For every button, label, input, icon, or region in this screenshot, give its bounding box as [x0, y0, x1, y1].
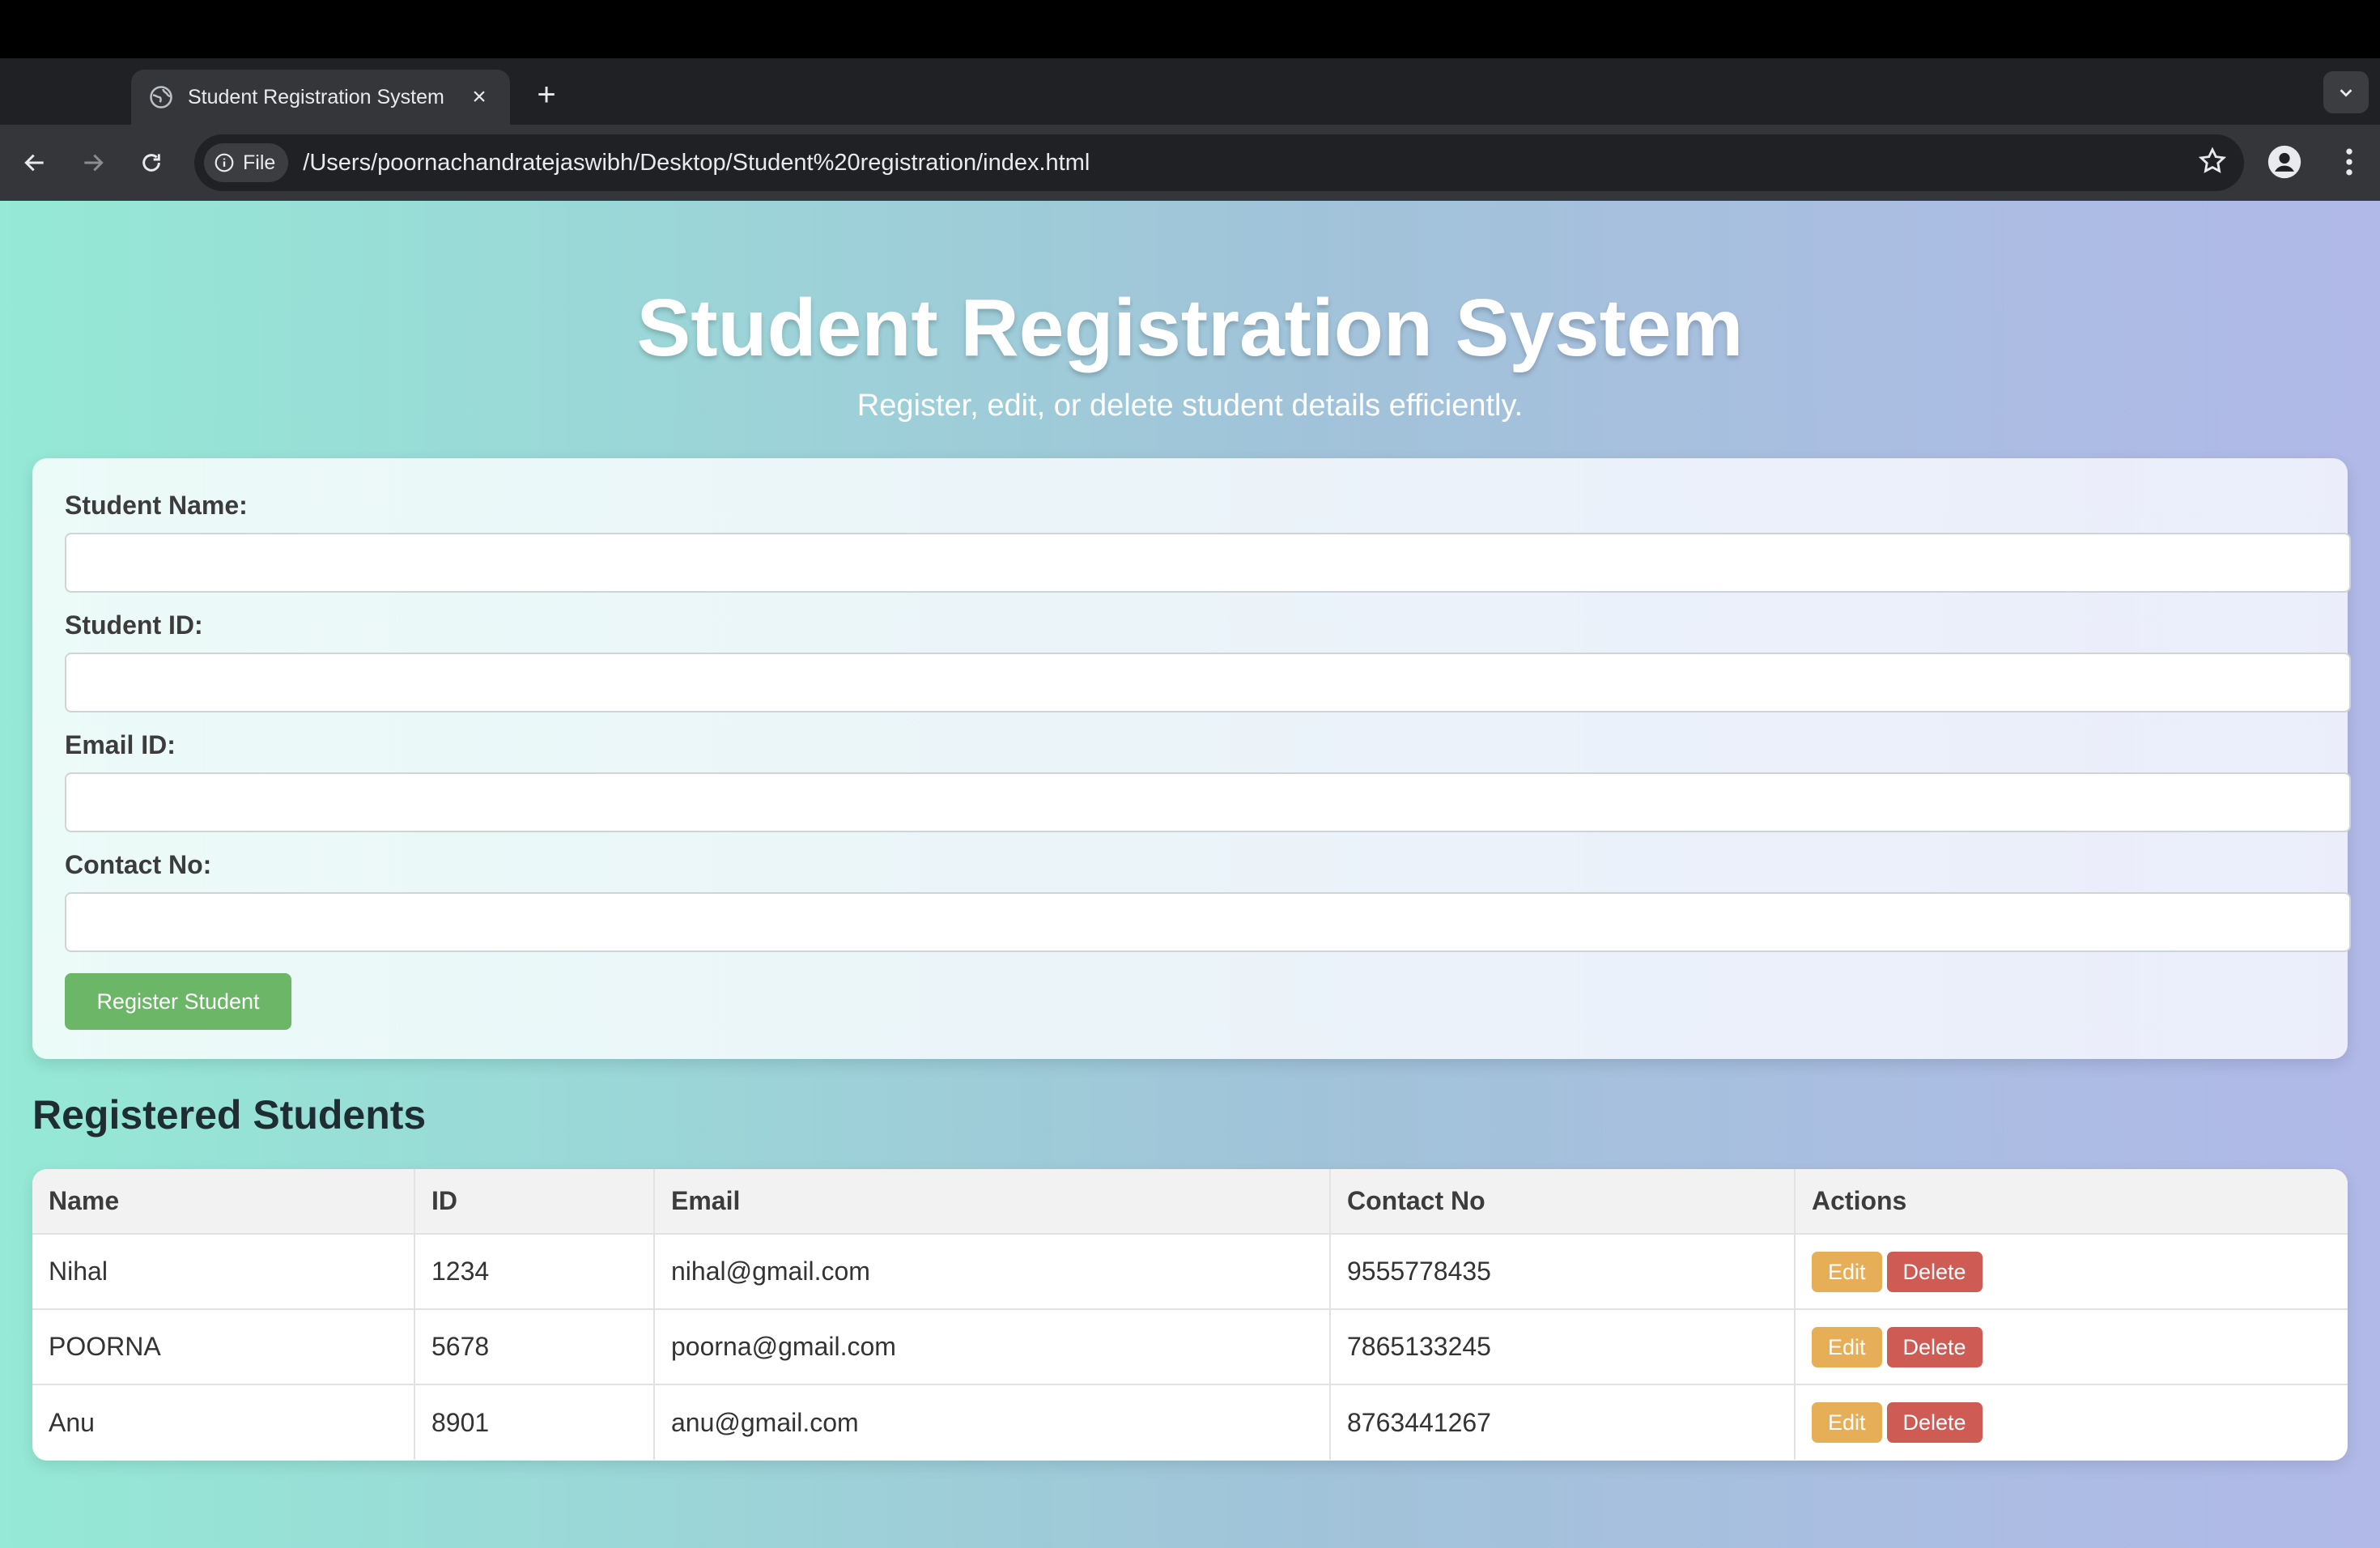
page-title: Student Registration System [636, 283, 1744, 373]
table-row: POORNA 5678 poorna@gmail.com 7865133245 … [32, 1309, 2348, 1385]
cell-contact: 8763441267 [1330, 1384, 1796, 1460]
edit-button[interactable]: Edit [1812, 1326, 1882, 1367]
cell-email: nihal@gmail.com [654, 1234, 1331, 1310]
cell-name: Nihal [32, 1234, 415, 1310]
omnibox[interactable]: File /Users/poornachandratejaswibh/Deskt… [194, 134, 2244, 191]
tab-strip: Student Registration System × + [0, 58, 2380, 125]
header-id: ID [414, 1169, 655, 1235]
new-tab-button[interactable]: + [526, 74, 567, 115]
header-email: Email [654, 1169, 1331, 1235]
contact-no-label: Contact No: [65, 850, 212, 879]
url-text[interactable]: /Users/poornachandratejaswibh/Desktop/St… [303, 150, 1090, 176]
email-id-label: Email ID: [65, 730, 176, 759]
table-row: Nihal 1234 nihal@gmail.com 9555778435 Ed… [32, 1234, 2348, 1310]
back-icon [24, 154, 44, 172]
contact-no-input[interactable] [65, 892, 2351, 952]
cell-email: poorna@gmail.com [654, 1309, 1331, 1385]
reload-icon [142, 154, 160, 172]
students-table: Name ID Email Contact No Actions Nihal 1… [32, 1169, 2348, 1461]
cell-name: Anu [32, 1384, 415, 1460]
register-student-button[interactable]: Register Student [65, 973, 291, 1030]
file-label: File [243, 151, 276, 174]
info-icon [215, 153, 234, 172]
student-id-label: Student ID: [65, 610, 203, 640]
edit-button[interactable]: Edit [1812, 1251, 1882, 1292]
cell-name: POORNA [32, 1309, 415, 1385]
email-id-input[interactable] [65, 772, 2351, 832]
delete-button[interactable]: Delete [1886, 1326, 1983, 1367]
back-button[interactable] [16, 144, 53, 181]
cell-actions: Edit Delete [1795, 1309, 2348, 1385]
cell-id: 1234 [414, 1234, 655, 1310]
edit-button[interactable]: Edit [1812, 1402, 1882, 1443]
delete-button[interactable]: Delete [1886, 1402, 1983, 1443]
profile-icon[interactable] [2267, 144, 2302, 180]
globe-icon [150, 86, 172, 108]
address-bar: File /Users/poornachandratejaswibh/Deskt… [0, 125, 2380, 201]
cell-contact: 7865133245 [1330, 1309, 1796, 1385]
header-contact: Contact No [1330, 1169, 1796, 1235]
cell-id: 5678 [414, 1309, 655, 1385]
header-name: Name [32, 1169, 415, 1235]
tab-title: Student Registration System [188, 85, 444, 108]
cell-id: 8901 [414, 1384, 655, 1460]
cell-actions: Edit Delete [1795, 1384, 2348, 1460]
table-header-row: Name ID Email Contact No Actions [32, 1169, 2348, 1235]
table-row: Anu 8901 anu@gmail.com 8763441267 Edit De… [32, 1384, 2348, 1460]
star-icon[interactable] [2197, 146, 2228, 176]
page-subtitle: Register, edit, or delete student detail… [856, 389, 1524, 423]
reload-button[interactable] [133, 144, 170, 181]
forward-button[interactable] [74, 144, 112, 181]
tab-list-button[interactable] [2323, 71, 2369, 113]
registration-form: Student Name: Student ID: Email ID: Cont… [32, 458, 2351, 1059]
forward-icon [84, 154, 104, 172]
close-tab-icon[interactable]: × [466, 83, 492, 111]
os-top-bar [0, 0, 2380, 58]
cell-actions: Edit Delete [1795, 1234, 2348, 1310]
delete-button[interactable]: Delete [1886, 1251, 1983, 1292]
student-id-input[interactable] [65, 653, 2351, 712]
student-name-input[interactable] [65, 533, 2351, 593]
page-content: Student Registration System Register, ed… [0, 201, 2380, 1548]
site-info-chip[interactable]: File [204, 143, 289, 182]
registered-students-heading: Registered Students [32, 1092, 427, 1138]
cell-contact: 9555778435 [1330, 1234, 1796, 1310]
cell-email: anu@gmail.com [654, 1384, 1331, 1460]
browser-tab[interactable]: Student Registration System × [131, 70, 510, 125]
kebab-menu-icon[interactable] [2341, 144, 2357, 180]
chevron-down-icon [2340, 89, 2352, 97]
student-name-label: Student Name: [65, 491, 248, 520]
header-actions: Actions [1795, 1169, 2348, 1235]
